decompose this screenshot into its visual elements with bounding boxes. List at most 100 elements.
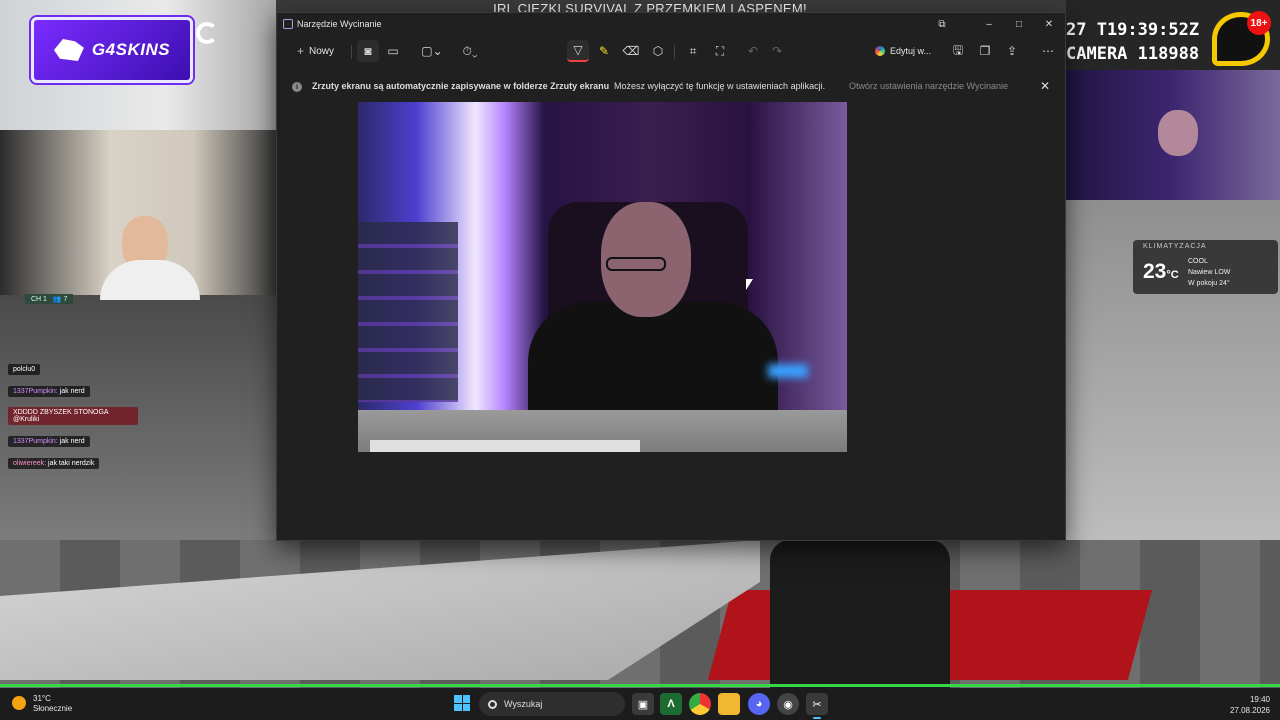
weather-text: 31°C Słonecznie [33,694,72,714]
lion-icon [53,39,84,61]
chat-user: 1337Pumpkin: [13,388,58,395]
toolbar-divider [674,45,675,59]
webcam-right [1066,70,1280,200]
weather-desc: Słonecznie [33,704,73,713]
save-icon[interactable]: 🖫 [947,40,969,62]
age-rating-label: 18+ [1247,11,1271,35]
close-button[interactable]: ✕ [1034,15,1064,33]
desktop: IRL CIEZKI SURVIVAL Z PRZEMKIEM I ASPENE… [0,0,1280,720]
discord-icon[interactable]: ◕ [748,693,770,715]
age-rating-badge: 18+ [1212,11,1271,66]
snipping-tool-app-icon [283,19,293,29]
captured-screenshot[interactable] [358,102,847,452]
screenshot-mode-icon[interactable]: ◙ [357,40,379,62]
plus-icon: + [297,44,305,58]
capture-person-body [528,302,778,422]
webcam-left [0,130,276,300]
nvidia-app-icon[interactable]: Λ [660,693,682,715]
open-settings-link[interactable]: Otwórz ustawienia narzędzie Wycinanie [849,81,1008,91]
obs-icon[interactable]: ◉ [777,693,799,715]
search-icon [488,699,497,709]
window-titlebar[interactable]: Narzędzie Wycinanie ⧉ – □ ✕ [277,13,1065,35]
start-button[interactable] [454,695,470,711]
ac-room: W pokoju 24° [1188,280,1230,287]
ac-panel: KLIMATYZACJA 23°C COOL Nawiew LOW W poko… [1133,240,1278,294]
copy-icon[interactable]: ❐ [974,40,996,62]
chat-header: CH 1 👥 7 [25,294,74,304]
ac-temp-unit: °C [1166,269,1179,281]
chat-message: XDDDD ZBYSZEK STONOGA @Kruliki [8,407,138,425]
window-title: Narzędzie Wycinanie [297,19,382,29]
ac-temperature: 23°C [1143,260,1179,284]
maximize-button[interactable]: □ [1004,15,1034,33]
ac-fan: Nawiew LOW [1188,269,1231,276]
snipping-tool-window[interactable]: Narzędzie Wycinanie ⧉ – □ ✕ + Nowy ◙ ▭ ▢⌄… [276,12,1066,541]
info-icon: i [292,82,302,92]
text-actions-icon[interactable]: ⛶ [709,40,731,62]
capture-blue-light [768,364,808,378]
chat-user: 1337Pumpkin: [13,438,58,445]
chat-text: XDDDD ZBYSZEK STONOGA @Kruliki [13,409,109,423]
sponsor-logo: G4SKINS [31,17,193,83]
taskbar-clock[interactable]: 19:40 27.08.2026 [1230,694,1270,716]
chat-message: polclu0 [8,364,41,375]
sponsor-logo-text: G4SKINS [91,40,171,59]
timestamp-line1: 27 T19:39:52Z [1066,20,1200,40]
snip-shape-dropdown-icon[interactable]: ▢⌄ [417,40,447,62]
timestamp-line2: CAMERA 118988 [1066,44,1200,64]
ac-title: KLIMATYZACJA [1143,243,1207,250]
clock-time: 19:40 [1249,695,1270,704]
crop-icon[interactable]: ⌗ [682,40,704,62]
sun-icon [12,696,26,710]
taskbar: 31°C Słonecznie Wyszukaj ▣ Λ ◕ ◉ ✂ 19:40… [0,688,1280,720]
background-person [770,540,950,690]
search-placeholder: Wyszukaj [504,699,543,709]
new-snip-label: Nowy [309,45,335,57]
chat-user: oliwiereek: [13,460,47,467]
weather-widget[interactable]: 31°C Słonecznie [12,694,72,714]
eraser-icon[interactable]: ⌫ [620,40,642,62]
chat-message: 1337Pumpkin: jak nerd [8,386,90,397]
chat-user: polclu0 [13,366,36,373]
chat-text: jak taki nerdzik [48,460,95,467]
pen-tool-icon[interactable]: ▽ [567,40,589,62]
chat-message: 1337Pumpkin: jak nerd [8,436,90,447]
paint-icon [875,46,885,56]
edit-in-label: Edytuj w... [890,46,932,56]
snip-toolbar: + Nowy ◙ ▭ ▢⌄ ⏱⌄ ▽ ✎ ⌫ ⬡ ⌗ ⛶ ↶ ↷ Edytuj w… [277,37,1065,65]
users-icon: 👥 [52,296,62,303]
share-icon[interactable]: ⇪ [1001,40,1023,62]
hud-health-bar [0,684,1280,687]
mouse-cursor-icon [746,279,753,290]
task-view-icon[interactable]: ▣ [632,693,654,715]
ac-mode: COOL [1188,258,1208,265]
cast-icon[interactable]: ⧉ [927,15,957,33]
redo-icon[interactable]: ↷ [766,40,788,62]
shapes-icon[interactable]: ⬡ [647,40,669,62]
info-bar-title: Zrzuty ekranu są automatycznie zapisywan… [312,81,610,91]
capture-desk-edge [370,440,640,452]
file-explorer-icon[interactable] [718,693,740,715]
ac-details: COOL Nawiew LOW W pokoju 24° [1188,256,1230,289]
highlighter-icon[interactable]: ✎ [593,40,615,62]
chrome-icon[interactable] [689,693,711,715]
weather-temp: 31°C [33,694,51,703]
minimize-button[interactable]: – [974,15,1004,33]
clock-date: 27.08.2026 [1229,706,1270,715]
chat-text: jak nerd [59,438,85,445]
video-mode-icon[interactable]: ▭ [382,40,404,62]
new-snip-button[interactable]: + Nowy [289,40,342,62]
snip-delay-dropdown-icon[interactable]: ⏱⌄ [455,40,485,62]
snipping-tool-taskbar-icon[interactable]: ✂ [806,693,828,719]
webcam-right-face [1158,110,1198,156]
chat-user-count: 7 [63,296,68,303]
info-bar: i Zrzuty ekranu są automatycznie zapisyw… [277,75,1065,99]
taskbar-search[interactable]: Wyszukaj [479,692,625,716]
chat-channel: CH 1 [31,296,47,303]
chat-text: jak nerd [59,388,85,395]
more-options-icon[interactable]: ⋯ [1037,40,1059,62]
edit-in-paint-button[interactable]: Edytuj w... [875,40,931,62]
undo-icon[interactable]: ↶ [742,40,764,62]
info-bar-close-icon[interactable]: ✕ [1040,79,1050,93]
capture-glasses [606,257,666,271]
